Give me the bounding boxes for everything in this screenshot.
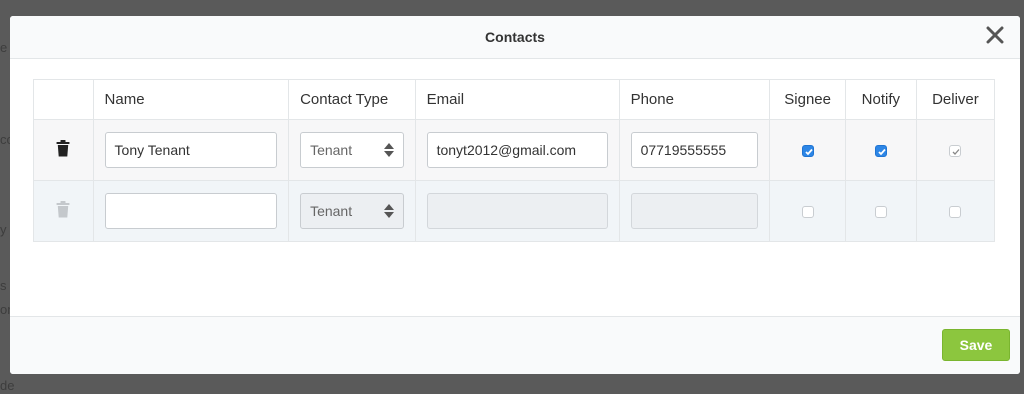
header-email: Email bbox=[415, 79, 620, 120]
checkmark-icon bbox=[952, 148, 960, 155]
signee-cell bbox=[769, 119, 846, 181]
modal-title: Contacts bbox=[485, 29, 545, 45]
delete-cell bbox=[33, 119, 94, 181]
signee-checkbox[interactable] bbox=[801, 205, 814, 218]
header-signee: Signee bbox=[769, 79, 846, 120]
modal-header: Contacts bbox=[10, 16, 1020, 59]
name-cell: Tony Tenant bbox=[93, 119, 290, 181]
contact-type-cell: Tenant bbox=[288, 180, 416, 242]
select-arrows-icon bbox=[383, 143, 394, 157]
header-deliver: Deliver bbox=[916, 79, 996, 120]
save-button[interactable]: Save bbox=[942, 329, 1010, 361]
table-row: Tenant bbox=[33, 180, 996, 242]
email-input[interactable] bbox=[426, 193, 608, 229]
contact-type-select[interactable]: Tenant bbox=[300, 193, 404, 229]
trash-icon bbox=[56, 200, 70, 222]
contact-type-cell: Tenant bbox=[288, 119, 416, 181]
signee-cell bbox=[769, 180, 846, 242]
header-notify: Notify bbox=[845, 79, 917, 120]
email-input[interactable]: tonyt2012@gmail.com bbox=[426, 132, 608, 168]
checkmark-icon bbox=[878, 148, 886, 155]
delete-cell bbox=[33, 180, 94, 242]
contacts-table: Name Contact Type Email Phone Signee Not… bbox=[33, 79, 996, 242]
deliver-cell bbox=[916, 119, 996, 181]
phone-cell: 07719555555 bbox=[619, 119, 771, 181]
header-phone: Phone bbox=[619, 79, 771, 120]
email-cell: tonyt2012@gmail.com bbox=[415, 119, 620, 181]
email-cell bbox=[415, 180, 620, 242]
header-delete bbox=[33, 79, 94, 120]
notify-checkbox[interactable] bbox=[874, 144, 887, 157]
select-arrows-icon bbox=[383, 204, 394, 218]
signee-checkbox[interactable] bbox=[801, 144, 814, 157]
checkmark-icon bbox=[805, 148, 813, 155]
modal-body: Name Contact Type Email Phone Signee Not… bbox=[10, 59, 1020, 317]
trash-icon[interactable] bbox=[56, 139, 70, 161]
phone-input[interactable]: 07719555555 bbox=[630, 132, 759, 168]
notify-checkbox[interactable] bbox=[874, 205, 887, 218]
deliver-cell bbox=[916, 180, 996, 242]
backdrop-text: de bbox=[0, 378, 15, 393]
contact-type-value: Tenant bbox=[310, 203, 353, 219]
phone-input[interactable] bbox=[630, 193, 759, 229]
backdrop-text: e bbox=[0, 40, 8, 55]
close-button[interactable] bbox=[982, 22, 1008, 48]
close-icon bbox=[986, 26, 1004, 44]
notify-cell bbox=[845, 180, 917, 242]
table-header-row: Name Contact Type Email Phone Signee Not… bbox=[33, 79, 996, 120]
header-contact-type: Contact Type bbox=[288, 79, 416, 120]
table-row: Tony Tenant Tenant tonyt2012@gmail.com 0… bbox=[33, 119, 996, 181]
name-cell bbox=[93, 180, 290, 242]
phone-cell bbox=[619, 180, 771, 242]
contact-type-value: Tenant bbox=[310, 142, 353, 158]
name-input[interactable] bbox=[104, 193, 278, 229]
modal-footer: Save bbox=[10, 316, 1020, 374]
deliver-checkbox bbox=[949, 144, 962, 157]
notify-cell bbox=[845, 119, 917, 181]
contacts-modal: Contacts Name Contact Type Email Phone S… bbox=[10, 16, 1020, 374]
name-input[interactable]: Tony Tenant bbox=[104, 132, 278, 168]
deliver-checkbox[interactable] bbox=[949, 205, 962, 218]
contact-type-select[interactable]: Tenant bbox=[300, 132, 404, 168]
header-name: Name bbox=[93, 79, 290, 120]
